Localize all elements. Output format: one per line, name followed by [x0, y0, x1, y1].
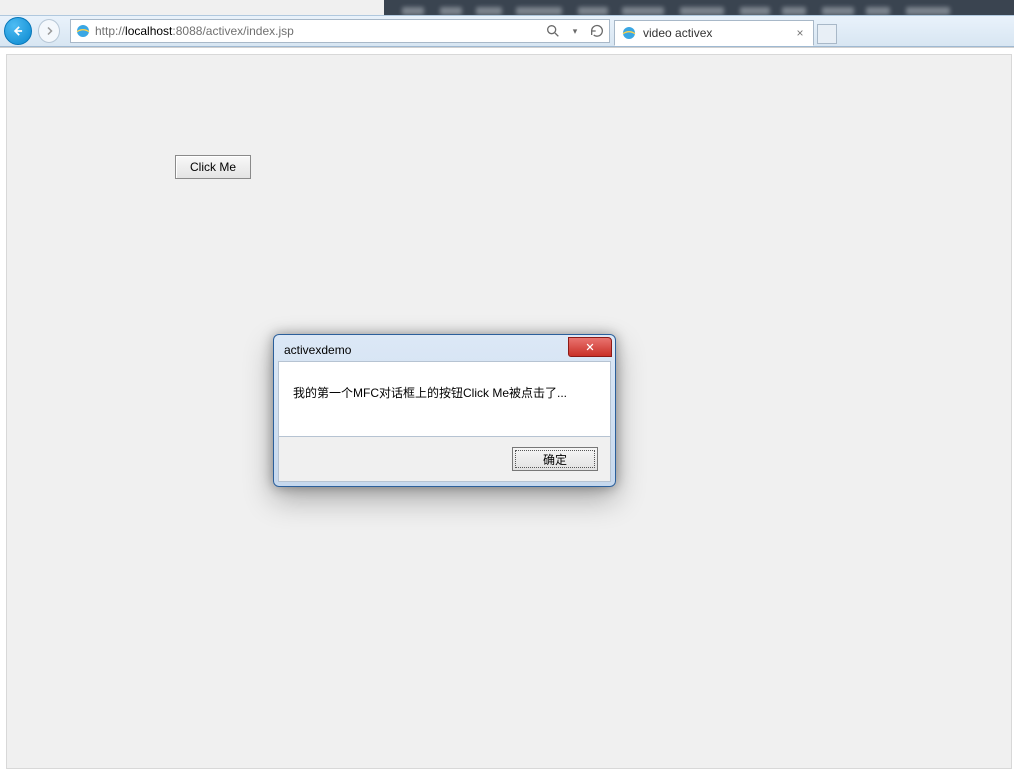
tab-title: video activex — [643, 26, 793, 40]
back-button[interactable] — [0, 15, 32, 47]
address-bar[interactable]: http://localhost:8088/activex/index.jsp … — [70, 19, 610, 43]
close-icon — [584, 342, 596, 352]
forward-button[interactable] — [32, 15, 60, 47]
refresh-icon[interactable] — [589, 23, 605, 39]
browser-toolbar: http://localhost:8088/activex/index.jsp … — [0, 15, 1014, 47]
search-icon[interactable] — [545, 23, 561, 39]
dialog-ok-button[interactable]: 确定 — [512, 447, 598, 471]
arrow-left-icon — [11, 24, 25, 38]
dialog-body: 我的第一个MFC对话框上的按钮Click Me被点击了... — [278, 361, 611, 437]
browser-tab[interactable]: video activex × — [614, 20, 814, 46]
tab-close-button[interactable]: × — [793, 26, 807, 40]
chevron-down-icon[interactable]: ▾ — [567, 23, 583, 39]
dialog-footer: 确定 — [278, 437, 611, 482]
arrow-right-icon — [43, 25, 55, 37]
ie-icon — [621, 25, 637, 41]
dialog-title-text: activexdemo — [284, 343, 351, 357]
dialog-titlebar[interactable]: activexdemo — [278, 339, 611, 361]
ie-icon — [75, 23, 91, 39]
new-tab-button[interactable] — [817, 24, 837, 44]
address-url: http://localhost:8088/activex/index.jsp — [95, 24, 545, 38]
alert-dialog: activexdemo 我的第一个MFC对话框上的按钮Click Me被点击了.… — [273, 334, 616, 487]
dialog-close-button[interactable] — [568, 337, 612, 357]
click-me-button[interactable]: Click Me — [175, 155, 251, 179]
dialog-message: 我的第一个MFC对话框上的按钮Click Me被点击了... — [293, 386, 567, 400]
